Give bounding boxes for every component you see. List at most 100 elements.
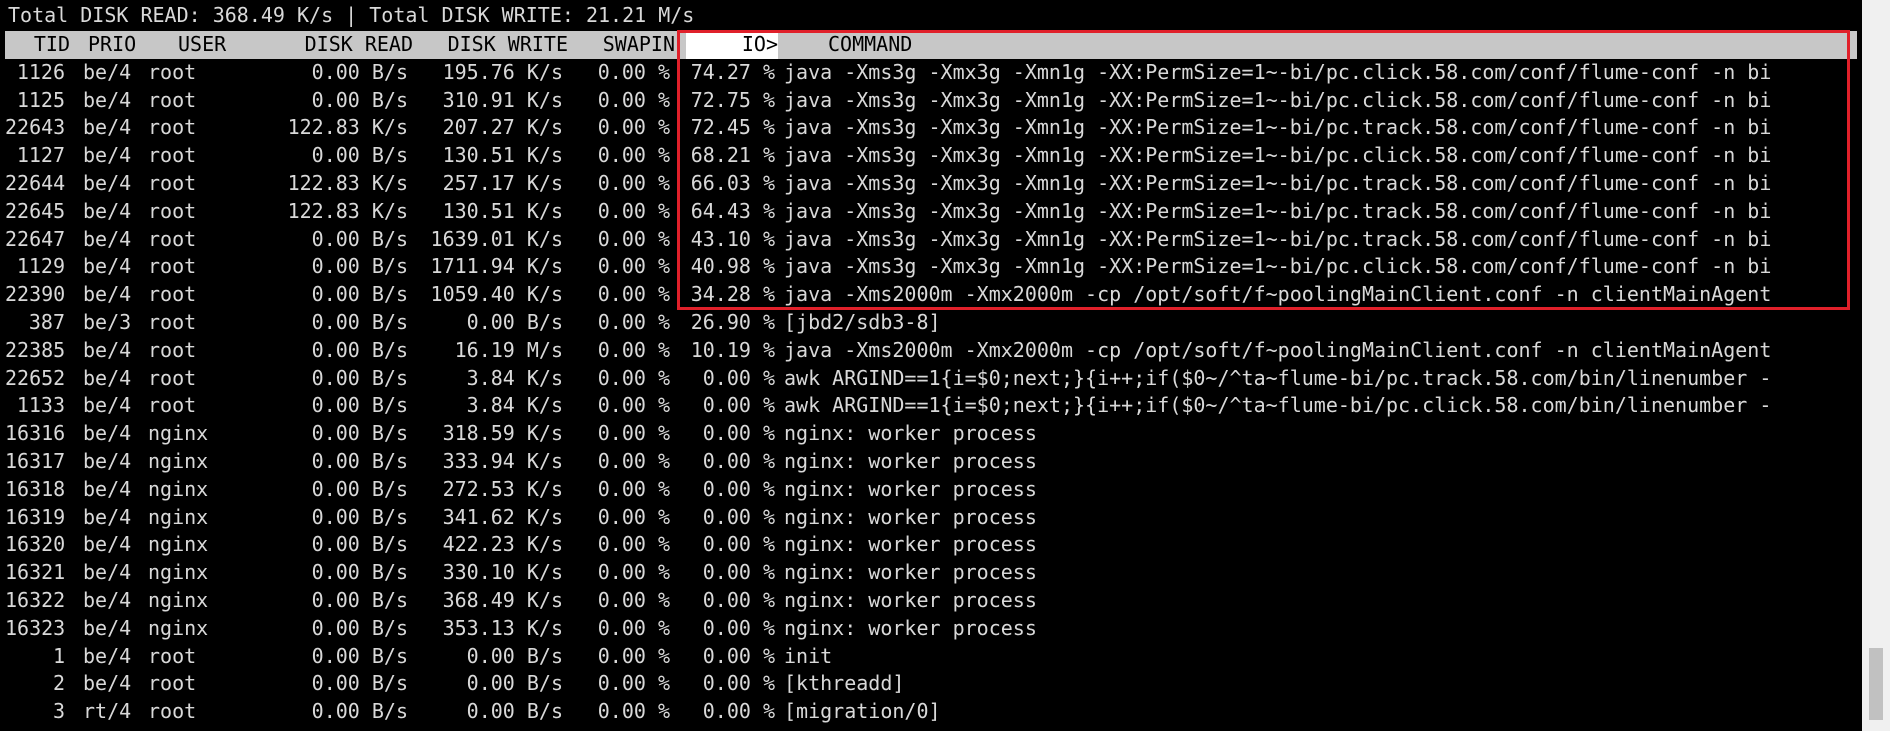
process-row[interactable]: 1 be/4 root 0.00 B/s 0.00 B/s 0.00 % 0.00 % ini… xyxy=(0,643,1860,671)
row-command: java -Xms3g -Xmx3g -Xmn1g -XX:PermSize=1… xyxy=(784,170,1772,195)
row-tid: 16322 xyxy=(5,587,66,612)
row-tid: 16317 xyxy=(5,448,66,473)
row-prio: be/4 xyxy=(83,254,132,279)
column-header-prio[interactable]: PRIO xyxy=(88,31,163,59)
process-row[interactable]: 22647 be/4 root 0.00 B/s 1639.01 K/s 0.00 % 43… xyxy=(0,226,1860,254)
process-row[interactable]: 16320 be/4 nginx 0.00 B/s 422.23 K/s 0.00 % 0.… xyxy=(0,531,1860,559)
row-disk-write: 310.91 K/s xyxy=(442,87,563,112)
row-command: java -Xms2000m -Xmx2000m -cp /opt/soft/f… xyxy=(784,282,1772,307)
row-command: java -Xms3g -Xmx3g -Xmn1g -XX:PermSize=1… xyxy=(784,115,1772,140)
row-disk-write: 0.00 B/s xyxy=(466,309,563,334)
row-disk-read: 0.00 B/s xyxy=(311,309,408,334)
column-header-swapin[interactable]: SWAPIN xyxy=(570,31,675,59)
row-io: 0.00 % xyxy=(702,560,775,585)
row-prio: be/4 xyxy=(83,671,132,696)
row-disk-read: 0.00 B/s xyxy=(311,448,408,473)
column-header-disk-read[interactable]: DISK READ xyxy=(255,31,413,59)
vertical-scrollbar[interactable] xyxy=(1862,0,1890,731)
process-row[interactable]: 3 rt/4 root 0.00 B/s 0.00 B/s 0.00 % 0.00 % [mi… xyxy=(0,698,1860,726)
row-user: root xyxy=(148,170,197,195)
row-command: java -Xms2000m -Xmx2000m -cp /opt/soft/f… xyxy=(784,337,1772,362)
row-disk-read: 0.00 B/s xyxy=(311,393,408,418)
row-disk-read: 0.00 B/s xyxy=(311,59,408,84)
row-command: java -Xms3g -Xmx3g -Xmn1g -XX:PermSize=1… xyxy=(784,143,1772,168)
row-io: 0.00 % xyxy=(702,671,775,696)
column-header-command[interactable]: COMMAND xyxy=(828,31,1128,59)
row-tid: 16316 xyxy=(5,421,66,446)
row-swapin: 0.00 % xyxy=(597,421,670,446)
row-tid: 16318 xyxy=(5,476,66,501)
row-disk-write: 3.84 K/s xyxy=(466,393,563,418)
column-header-bar: TID PRIO USER DISK READ DISK WRITE SWAPI… xyxy=(5,31,1857,59)
row-io: 74.27 % xyxy=(690,59,775,84)
row-disk-read: 0.00 B/s xyxy=(311,254,408,279)
row-swapin: 0.00 % xyxy=(597,87,670,112)
row-user: root xyxy=(148,309,197,334)
terminal-window[interactable]: Total DISK READ: 368.49 K/s | Total DISK… xyxy=(0,0,1862,731)
column-header-io-sorted[interactable]: IO> xyxy=(686,31,778,59)
row-swapin: 0.00 % xyxy=(597,226,670,251)
row-user: root xyxy=(148,671,197,696)
process-row[interactable]: 22385 be/4 root 0.00 B/s 16.19 M/s 0.00 % 10.1… xyxy=(0,337,1860,365)
process-row[interactable]: 2 be/4 root 0.00 B/s 0.00 B/s 0.00 % 0.00 % [kt… xyxy=(0,670,1860,698)
process-row[interactable]: 22645 be/4 root 122.83 K/s 130.51 K/s 0.00 % 6… xyxy=(0,198,1860,226)
row-user: root xyxy=(148,365,197,390)
row-tid: 2 xyxy=(52,671,65,696)
process-row[interactable]: 16318 be/4 nginx 0.00 B/s 272.53 K/s 0.00 % 0.… xyxy=(0,476,1860,504)
row-user: root xyxy=(148,143,197,168)
row-io: 72.45 % xyxy=(690,115,775,140)
process-row[interactable]: 22390 be/4 root 0.00 B/s 1059.40 K/s 0.00 % 34… xyxy=(0,281,1860,309)
row-user: root xyxy=(148,254,197,279)
row-swapin: 0.00 % xyxy=(597,532,670,557)
process-row[interactable]: 16316 be/4 nginx 0.00 B/s 318.59 K/s 0.00 % 0.… xyxy=(0,420,1860,448)
process-row[interactable]: 16317 be/4 nginx 0.00 B/s 333.94 K/s 0.00 % 0.… xyxy=(0,448,1860,476)
row-io: 0.00 % xyxy=(702,504,775,529)
row-command: init xyxy=(784,643,833,668)
row-prio: be/4 xyxy=(83,532,132,557)
row-command: nginx: worker process xyxy=(784,476,1037,501)
process-row[interactable]: 22652 be/4 root 0.00 B/s 3.84 K/s 0.00 % 0.00 … xyxy=(0,365,1860,393)
column-header-tid[interactable]: TID xyxy=(10,31,70,59)
row-command: nginx: worker process xyxy=(784,615,1037,640)
process-row[interactable]: 1126 be/4 root 0.00 B/s 195.76 K/s 0.00 % 74.2… xyxy=(0,59,1860,87)
row-user: root xyxy=(148,59,197,84)
row-prio: be/4 xyxy=(83,615,132,640)
row-tid: 16321 xyxy=(5,560,66,585)
scrollbar-thumb[interactable] xyxy=(1869,648,1883,720)
row-io: 64.43 % xyxy=(690,198,775,223)
process-row[interactable]: 16322 be/4 nginx 0.00 B/s 368.49 K/s 0.00 % 0.… xyxy=(0,587,1860,615)
row-disk-write: 3.84 K/s xyxy=(466,365,563,390)
row-swapin: 0.00 % xyxy=(597,59,670,84)
row-command: nginx: worker process xyxy=(784,448,1037,473)
row-io: 10.19 % xyxy=(690,337,775,362)
process-row[interactable]: 16319 be/4 nginx 0.00 B/s 341.62 K/s 0.00 % 0.… xyxy=(0,504,1860,532)
process-row[interactable]: 22643 be/4 root 122.83 K/s 207.27 K/s 0.00 % 7… xyxy=(0,114,1860,142)
row-disk-write: 0.00 B/s xyxy=(466,699,563,724)
row-prio: be/4 xyxy=(83,643,132,668)
row-user: nginx xyxy=(148,560,209,585)
process-row[interactable]: 1133 be/4 root 0.00 B/s 3.84 K/s 0.00 % 0.00 %… xyxy=(0,392,1860,420)
row-prio: be/4 xyxy=(83,448,132,473)
row-prio: be/4 xyxy=(83,587,132,612)
row-disk-read: 0.00 B/s xyxy=(311,532,408,557)
column-header-disk-write[interactable]: DISK WRITE xyxy=(413,31,568,59)
process-row[interactable]: 1127 be/4 root 0.00 B/s 130.51 K/s 0.00 % 68.2… xyxy=(0,142,1860,170)
row-io: 0.00 % xyxy=(702,587,775,612)
row-swapin: 0.00 % xyxy=(597,448,670,473)
row-prio: be/4 xyxy=(83,143,132,168)
row-swapin: 0.00 % xyxy=(597,671,670,696)
row-command: java -Xms3g -Xmx3g -Xmn1g -XX:PermSize=1… xyxy=(784,59,1772,84)
row-user: root xyxy=(148,643,197,668)
row-user: nginx xyxy=(148,587,209,612)
row-io: 34.28 % xyxy=(690,282,775,307)
process-row[interactable]: 1125 be/4 root 0.00 B/s 310.91 K/s 0.00 % 72.7… xyxy=(0,87,1860,115)
process-row[interactable]: 16321 be/4 nginx 0.00 B/s 330.10 K/s 0.00 % 0.… xyxy=(0,559,1860,587)
row-tid: 22643 xyxy=(5,115,66,140)
process-row[interactable]: 1129 be/4 root 0.00 B/s 1711.94 K/s 0.00 % 40.… xyxy=(0,253,1860,281)
row-prio: be/4 xyxy=(83,504,132,529)
process-row[interactable]: 22644 be/4 root 122.83 K/s 257.17 K/s 0.00 % 6… xyxy=(0,170,1860,198)
row-disk-read: 0.00 B/s xyxy=(311,226,408,251)
row-io: 0.00 % xyxy=(702,421,775,446)
process-row[interactable]: 387 be/3 root 0.00 B/s 0.00 B/s 0.00 % 26.90 %… xyxy=(0,309,1860,337)
process-row[interactable]: 16323 be/4 nginx 0.00 B/s 353.13 K/s 0.00 % 0.… xyxy=(0,615,1860,643)
